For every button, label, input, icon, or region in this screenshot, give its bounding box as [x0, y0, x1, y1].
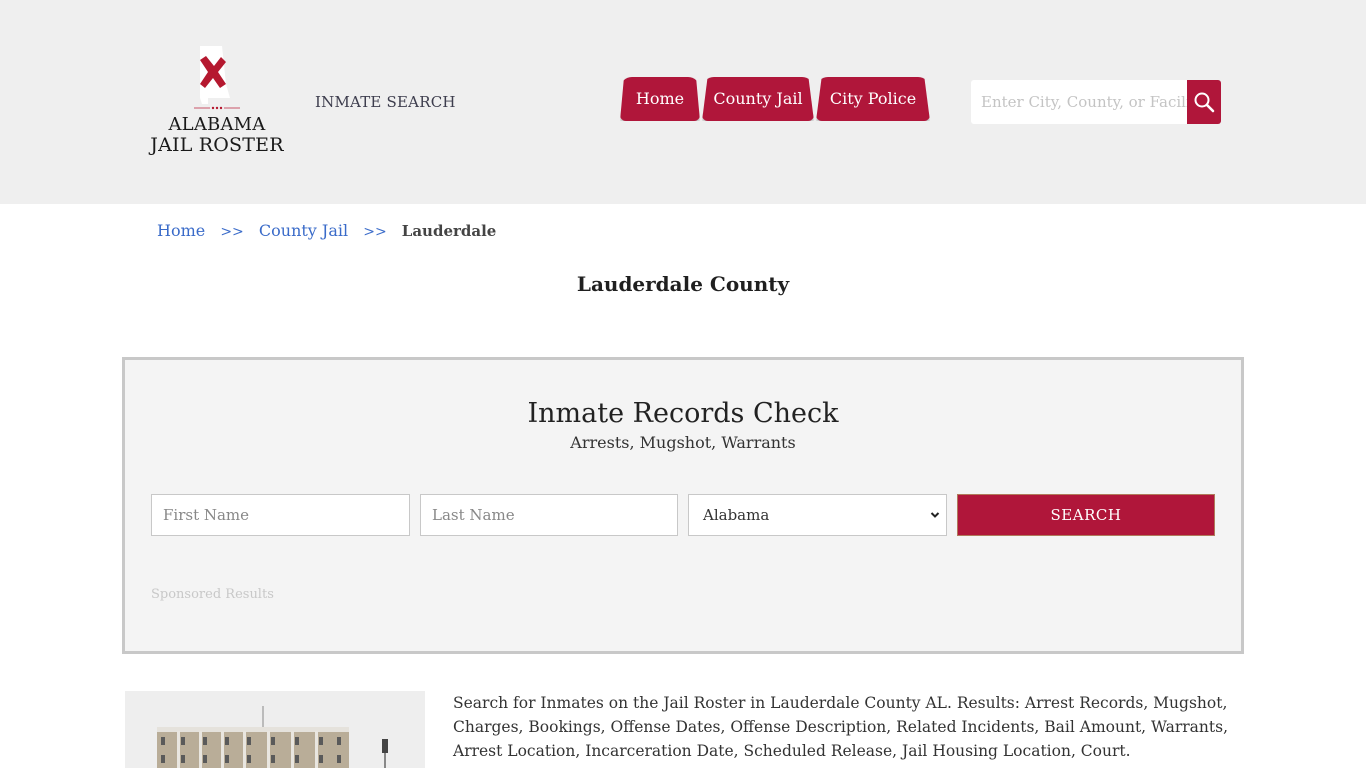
- records-check-subtitle: Arrests, Mugshot, Warrants: [570, 433, 796, 452]
- logo-line-1: ALABAMA: [168, 114, 266, 135]
- courthouse-image: [125, 691, 425, 768]
- site-logo[interactable]: ALABAMA JAIL ROSTER: [150, 44, 284, 162]
- site-header: ALABAMA JAIL ROSTER INMATE SEARCH Home C…: [0, 0, 1366, 204]
- breadcrumb-separator: >>: [220, 224, 244, 240]
- nav-home[interactable]: Home: [620, 77, 700, 121]
- county-description: Search for Inmates on the Jail Roster in…: [453, 694, 1228, 760]
- header-search: [971, 80, 1221, 124]
- nav-county-jail[interactable]: County Jail: [702, 77, 814, 121]
- records-search-button[interactable]: SEARCH: [957, 494, 1215, 536]
- breadcrumb-county-jail[interactable]: County Jail: [259, 221, 348, 240]
- main-nav: Home County Jail City Police: [620, 77, 932, 121]
- logo-text: ALABAMA JAIL ROSTER: [150, 114, 284, 156]
- inmate-search-link[interactable]: INMATE SEARCH: [315, 93, 456, 111]
- breadcrumb-current: Lauderdale: [401, 222, 497, 240]
- breadcrumb-separator: >>: [363, 224, 387, 240]
- location-search-input[interactable]: [971, 80, 1187, 124]
- courthouse-photo: [125, 691, 425, 768]
- chevron-down-icon: [930, 512, 940, 518]
- search-icon: [1194, 92, 1215, 113]
- sponsored-results-label: Sponsored Results: [151, 587, 274, 602]
- page-title: Lauderdale County: [576, 272, 790, 296]
- header-search-button[interactable]: [1187, 80, 1221, 124]
- inmate-records-check-panel: Inmate Records Check Arrests, Mugshot, W…: [122, 357, 1244, 654]
- breadcrumb-home[interactable]: Home: [157, 221, 205, 240]
- breadcrumb: Home >> County Jail >> Lauderdale: [157, 221, 496, 240]
- state-select-value: Alabama: [703, 506, 770, 524]
- alabama-flag-map-icon: [194, 46, 240, 110]
- nav-city-police[interactable]: City Police: [816, 77, 930, 121]
- records-check-title: Inmate Records Check: [527, 398, 839, 429]
- logo-line-2: JAIL ROSTER: [150, 134, 284, 156]
- state-select[interactable]: Alabama: [688, 494, 947, 536]
- first-name-input[interactable]: [151, 494, 410, 536]
- last-name-input[interactable]: [420, 494, 678, 536]
